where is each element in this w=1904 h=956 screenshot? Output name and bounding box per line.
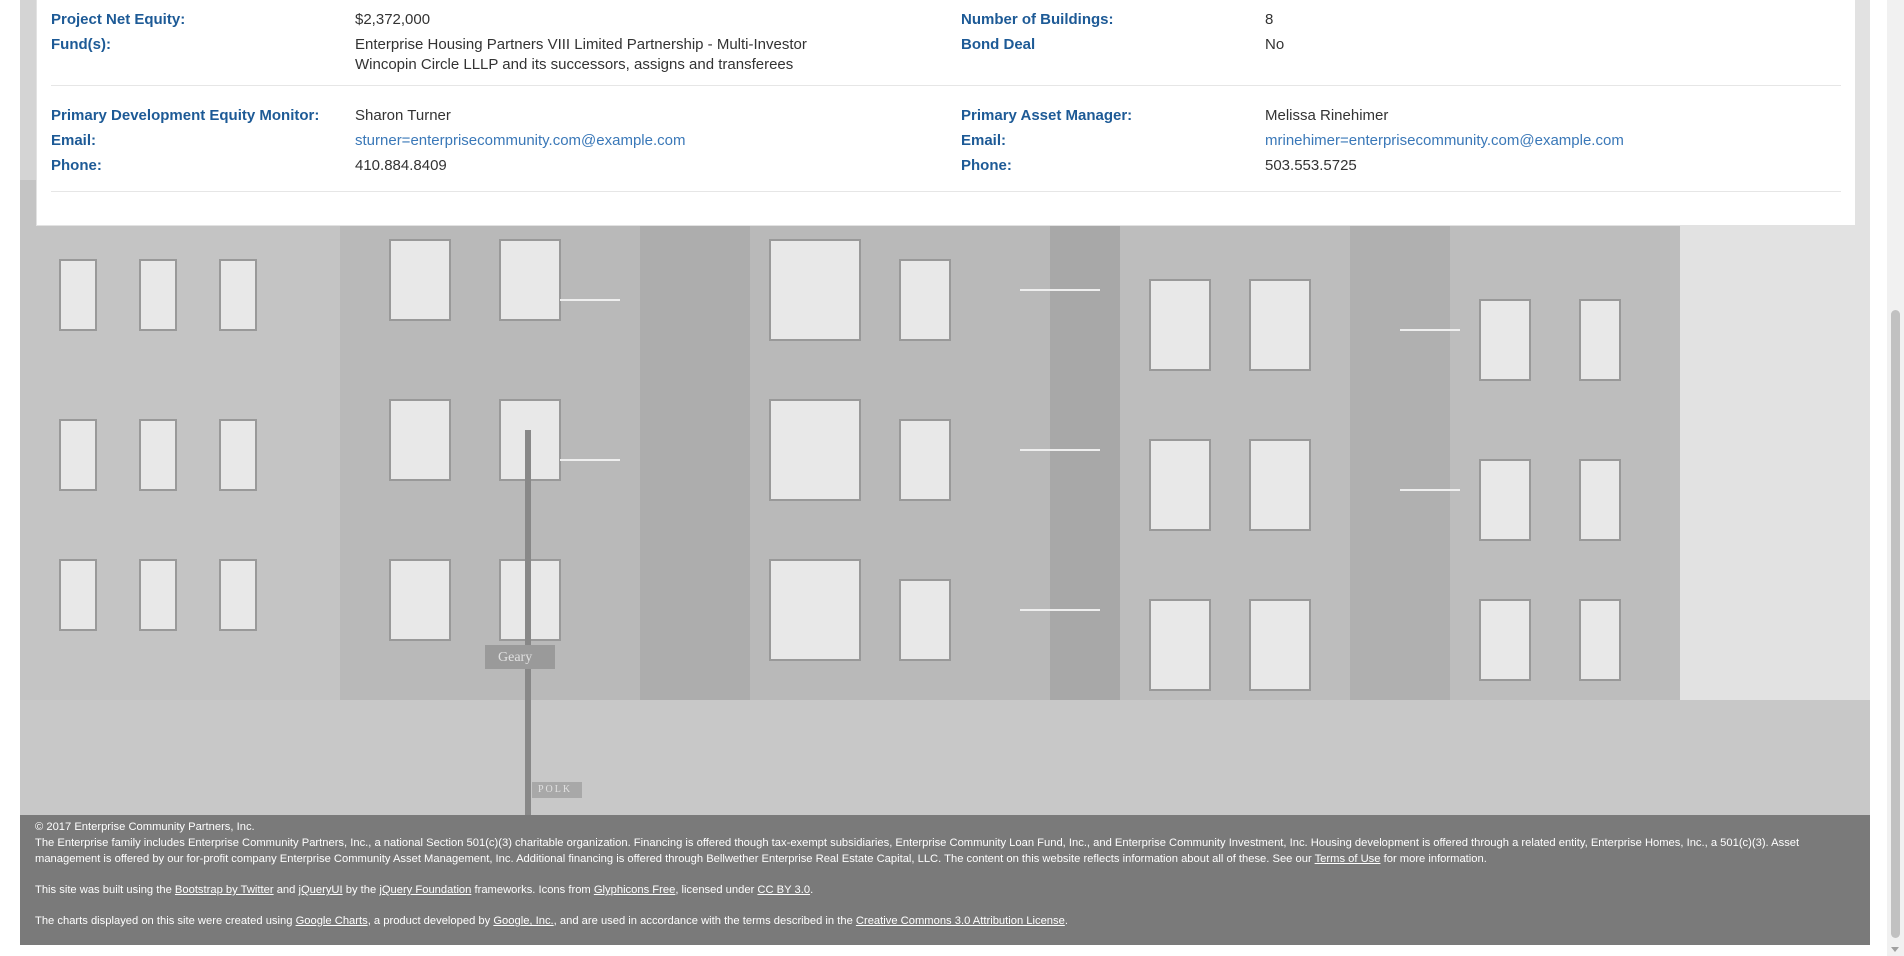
monitor-email-link[interactable]: sturner=enterprisecommunity.com@example.… <box>355 131 685 151</box>
footer-built-a: This site was built using the <box>35 884 175 896</box>
monitor-name: Sharon Turner <box>355 107 451 124</box>
monitor-phone: 410.884.8409 <box>355 157 447 174</box>
footer-family-text-a: The Enterprise family includes Enterpris… <box>35 837 1800 865</box>
manager-name: Melissa Rinehimer <box>1265 107 1389 124</box>
bootstrap-link[interactable]: Bootstrap by Twitter <box>175 884 274 896</box>
footer-built-f: . <box>810 884 814 896</box>
footer-built-with: This site was built using the Bootstrap … <box>35 882 1855 898</box>
funds-value-line2: Wincopin Circle LLLP and its successors,… <box>355 56 794 73</box>
footer-built-e: , licensed under <box>675 884 758 896</box>
footer-charts-a: The charts displayed on this site were c… <box>35 915 296 927</box>
scroll-down-arrow-icon[interactable] <box>1891 947 1899 952</box>
jqueryui-link[interactable]: jQueryUI <box>298 884 342 896</box>
manager-email-label: Email: <box>961 132 1007 149</box>
manager-phone: 503.553.5725 <box>1265 157 1357 174</box>
project-details-card: Project Net Equity: $2,372,000 Number of… <box>36 0 1856 226</box>
monitor-email-label: Email: <box>51 132 97 149</box>
manager-label: Primary Asset Manager: <box>961 107 1133 124</box>
net-equity-value: $2,372,000 <box>355 11 431 28</box>
page-scrollbar[interactable] <box>1887 0 1904 956</box>
buildings-value: 8 <box>1265 11 1274 28</box>
monitor-label: Primary Development Equity Monitor: <box>51 107 320 124</box>
footer-built-d: frameworks. Icons from <box>471 884 594 896</box>
creative-commons-link[interactable]: Creative Commons 3.0 Attribution License <box>856 915 1065 927</box>
google-charts-link[interactable]: Google Charts <box>296 915 368 927</box>
footer-built-b: and <box>273 884 299 896</box>
funds-value-line1: Enterprise Housing Partners VIII Limited… <box>355 36 807 53</box>
buildings-label: Number of Buildings: <box>961 11 1114 28</box>
scrollbar-thumb[interactable] <box>1891 310 1900 938</box>
site-footer: © 2017 Enterprise Community Partners, In… <box>20 815 1870 945</box>
google-inc-link[interactable]: Google, Inc. <box>493 915 553 927</box>
monitor-phone-label: Phone: <box>51 157 102 174</box>
footer-family-text-b: for more information. <box>1380 853 1487 865</box>
bond-value: No <box>1265 36 1285 53</box>
jquery-foundation-link[interactable]: jQuery Foundation <box>379 884 471 896</box>
street-sign-geary: Geary <box>498 650 533 665</box>
section-divider <box>51 85 1841 86</box>
footer-charts-d: . <box>1064 915 1068 927</box>
funds-label: Fund(s): <box>51 36 111 53</box>
footer-charts-b: , a product developed by <box>367 915 494 927</box>
manager-email-link[interactable]: mrinehimer=enterprisecommunity.com@examp… <box>1265 131 1624 151</box>
footer-copyright: © 2017 Enterprise Community Partners, In… <box>35 821 255 833</box>
footer-charts-c: , and are used in accordance with the te… <box>553 915 856 927</box>
bond-label: Bond Deal <box>961 36 1036 53</box>
street-sign-polk: POLK <box>538 784 573 795</box>
net-equity-label: Project Net Equity: <box>51 11 186 28</box>
cc-by-link[interactable]: CC BY 3.0 <box>757 884 810 896</box>
footer-built-c: by the <box>342 884 380 896</box>
footer-family-text: The Enterprise family includes Enterpris… <box>35 835 1855 867</box>
section-divider-bottom <box>51 191 1841 192</box>
manager-phone-label: Phone: <box>961 157 1012 174</box>
terms-of-use-link[interactable]: Terms of Use <box>1315 853 1381 865</box>
footer-charts-text: The charts displayed on this site were c… <box>35 913 1855 929</box>
glyphicons-link[interactable]: Glyphicons Free <box>594 884 675 896</box>
